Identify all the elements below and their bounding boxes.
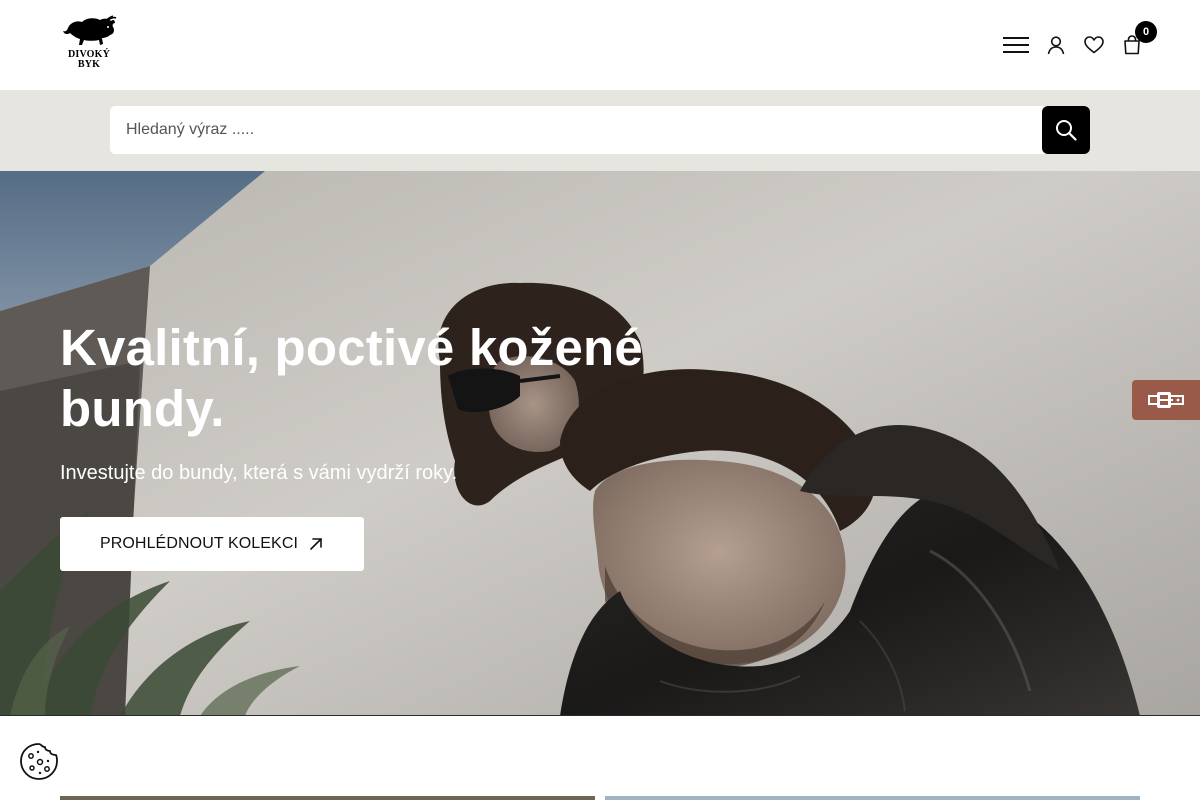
belt-icon <box>1148 392 1184 408</box>
logo-line-2: BYK <box>77 59 101 70</box>
account-button[interactable] <box>1044 33 1068 57</box>
search-band <box>0 90 1200 171</box>
cookie-settings-button[interactable] <box>20 742 58 780</box>
logo-text: DIVOKÝ BYK <box>58 50 120 70</box>
view-collection-button[interactable]: PROHLÉDNOUT KOLEKCI <box>60 517 364 571</box>
hero-photo-illustration <box>0 171 1200 715</box>
site-logo[interactable]: DIVOKÝ BYK <box>58 14 120 76</box>
menu-button[interactable] <box>1002 33 1030 57</box>
category-thumbnail[interactable] <box>605 796 1140 800</box>
hero-subtitle: Investujte do bundy, která s vámi vydrží… <box>60 462 458 484</box>
search-button[interactable] <box>1042 106 1090 154</box>
heart-icon <box>1084 36 1104 54</box>
site-header: DIVOKÝ BYK 0 <box>0 0 1200 90</box>
hero-title: Kvalitní, poctivé kožené bundy. <box>60 319 643 437</box>
category-thumbnail[interactable] <box>60 796 595 800</box>
search-icon <box>1056 120 1077 141</box>
wishlist-button[interactable] <box>1082 33 1106 57</box>
search-input[interactable] <box>110 106 1042 154</box>
hamburger-menu-icon <box>1003 37 1029 53</box>
cart-button[interactable]: 0 <box>1120 21 1157 57</box>
cart-count-badge: 0 <box>1135 21 1157 43</box>
search-form <box>110 106 1090 154</box>
hero-banner: Kvalitní, poctivé kožené bundy. Investuj… <box>0 171 1200 716</box>
user-icon <box>1047 36 1065 55</box>
cookie-icon <box>20 743 58 780</box>
hero-image <box>0 171 1200 715</box>
side-widget-tab[interactable] <box>1132 380 1200 420</box>
view-collection-label: PROHLÉDNOUT KOLEKCI <box>99 535 299 552</box>
header-icons: 0 <box>1002 21 1157 68</box>
arrow-up-right-icon <box>310 538 322 550</box>
